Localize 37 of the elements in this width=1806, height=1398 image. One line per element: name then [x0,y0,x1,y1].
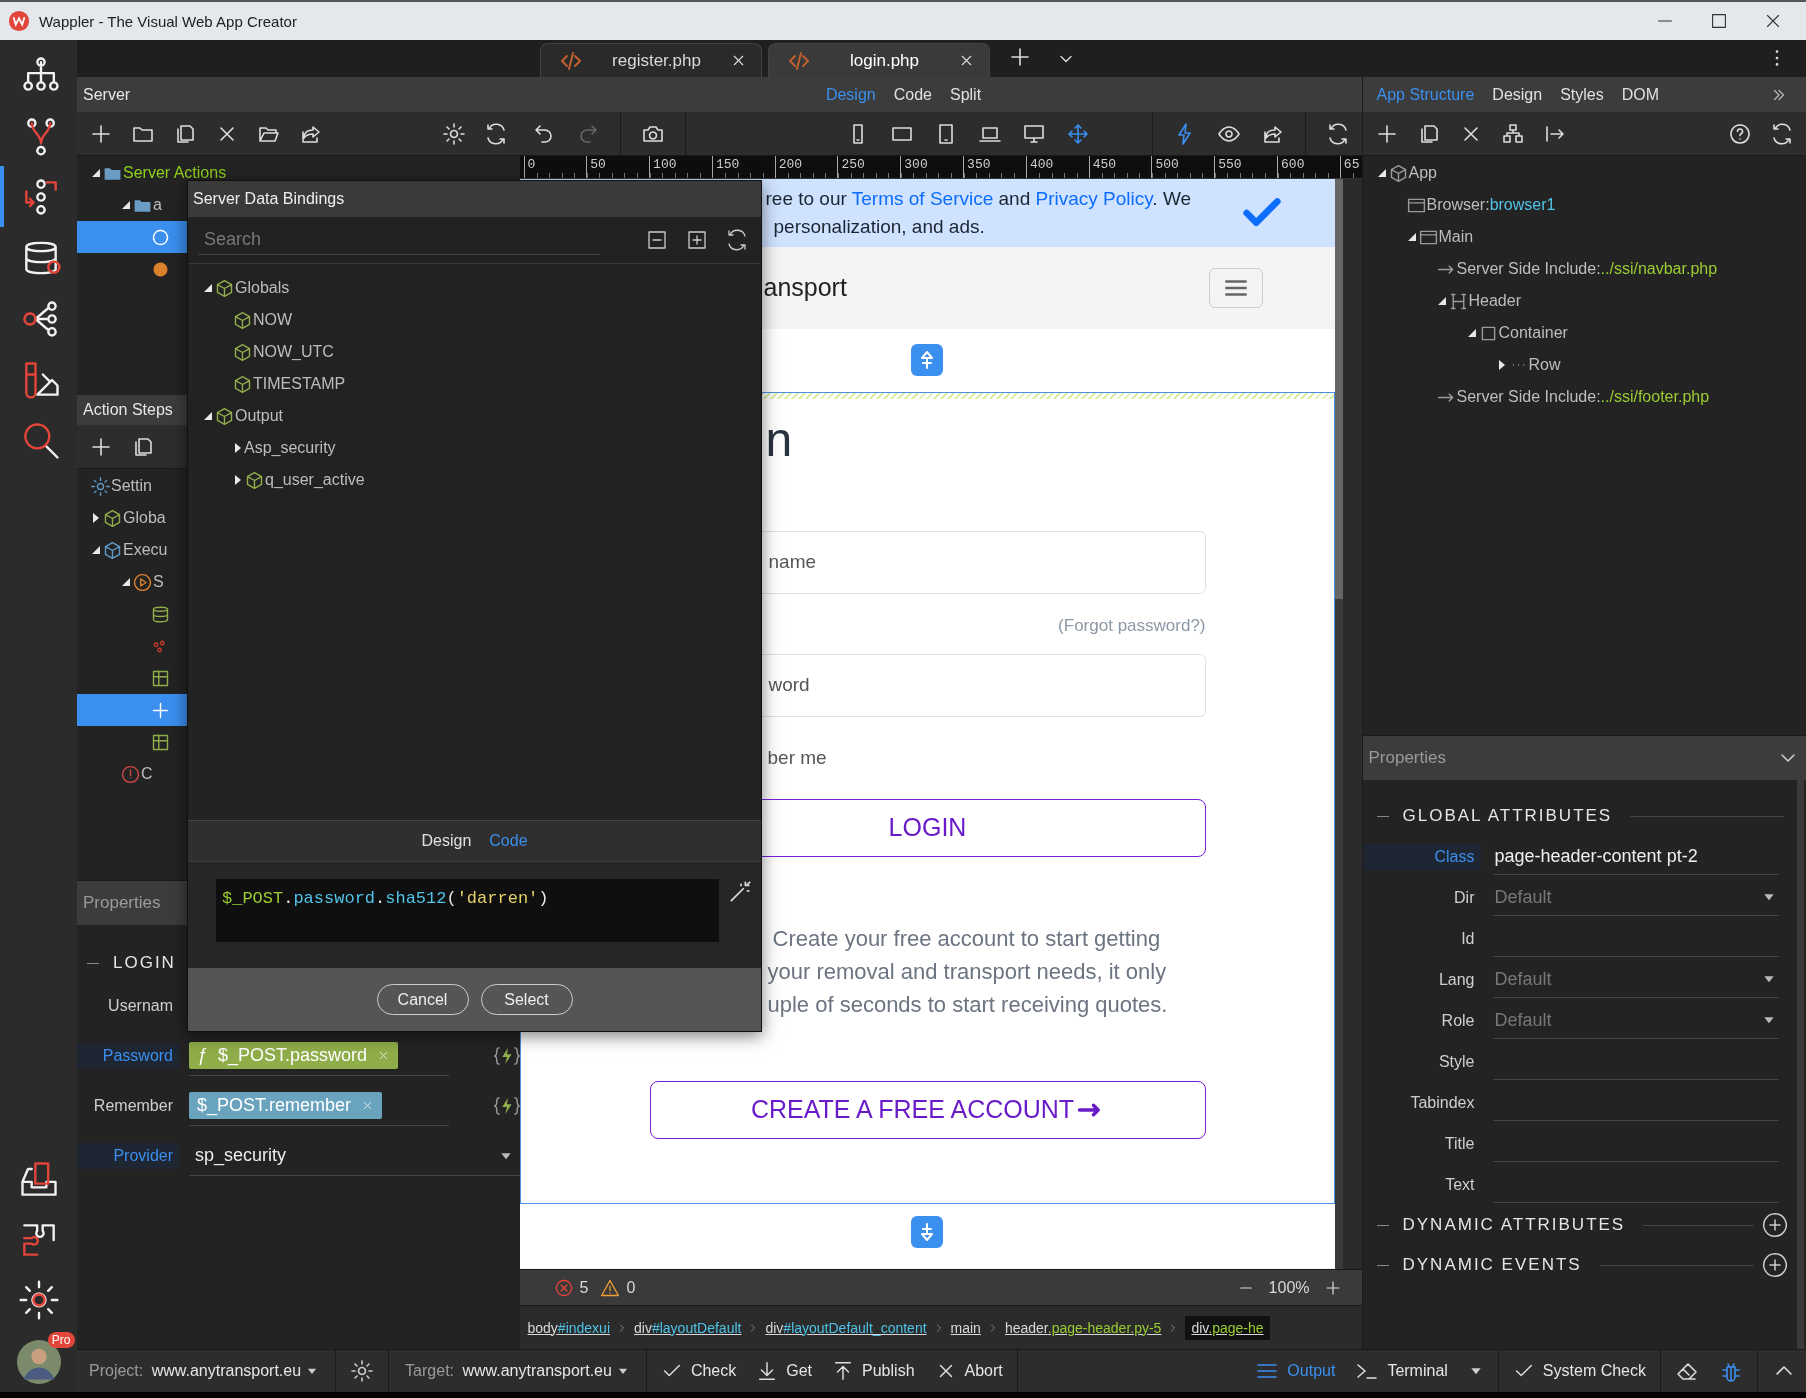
field-label: Lang [1437,969,1476,990]
field-label: Text [1444,1174,1476,1195]
field-label: Role [1440,1010,1476,1031]
error-count: 5 [579,1278,589,1297]
paragraph-line: uple of seconds to start receiving quotes. [767,990,1169,1019]
section-title: GLOBAL ATTRIBUTES [1402,806,1613,826]
string-type-icon: A [244,439,255,457]
paragraph-line: Create your free account to start getting [771,924,1162,953]
zoom-level: 100% [1268,1278,1310,1297]
window-title: Wappler - The Visual Web App Creator [39,12,297,30]
field-label: Remember [92,1096,174,1116]
binding-tag: $_POST.remember [189,1092,383,1119]
dialog-title: Server Data Bindings [193,190,345,208]
section-title: DYNAMIC ATTRIBUTES [1402,1215,1626,1235]
field-label: Style [1437,1051,1476,1072]
ruler: 0 50 100 150 200 250 300 350 400 450 500 550 600 65 [519,156,1362,179]
cookie-text: ree to our Terms of Service and Privacy Policy. We [765,186,1193,211]
field-label: Password [77,1043,179,1069]
field-label: Dir [1453,887,1476,908]
field-label: Class [1362,843,1481,870]
field-label: Title [1443,1133,1476,1154]
panel-title: Action Steps [83,401,173,419]
warning-count: 0 [626,1278,636,1297]
field-label: Id [1460,928,1476,949]
field-label: Usernam [107,996,174,1016]
page-heading: n [764,412,794,467]
section-title: DYNAMIC EVENTS [1402,1255,1582,1275]
section-title: LOGIN [113,953,176,973]
panel-title: Server [83,85,131,104]
panel-title: Properties [1368,748,1446,768]
field-label: Tabindex [1409,1092,1476,1113]
binding-tag: ƒ $_POST.password [189,1042,399,1069]
paragraph-line: your removal and transport needs, it only [767,957,1168,986]
field-label: Provider [77,1143,179,1169]
cookie-text: personalization, and ads. [772,214,986,239]
pro-badge: Pro [47,1332,75,1348]
panel-title: Properties [83,893,161,913]
